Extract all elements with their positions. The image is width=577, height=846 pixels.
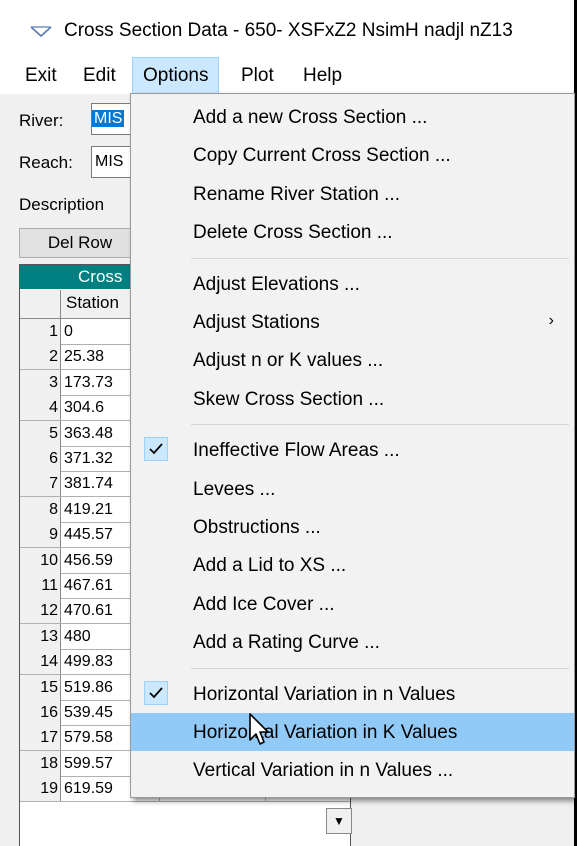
column-station: Station — [66, 293, 119, 312]
menu-item-label: Add a Lid to XS ... — [193, 555, 347, 577]
menu-item-label: Obstructions ... — [193, 517, 321, 538]
menu-item-adjust-stations[interactable]: Adjust Stations › — [131, 303, 574, 341]
window-title: Cross Section Data - 650- XSFxZ2 NsimH n… — [64, 20, 513, 41]
row-number: 10 — [20, 547, 61, 573]
menu-options[interactable]: Options — [131, 57, 220, 95]
row-number: 3 — [20, 369, 61, 395]
river-label: River: — [19, 111, 64, 130]
station-cell[interactable]: 467.61 — [64, 573, 113, 598]
menu-item-obstructions[interactable]: Obstructions ... — [131, 508, 574, 546]
row-number: 13 — [20, 623, 61, 649]
station-cell[interactable]: 456.59 — [64, 548, 113, 573]
row-number: 11 — [20, 573, 61, 598]
reach-label: Reach: — [19, 153, 73, 172]
station-cell[interactable]: 519.86 — [64, 675, 113, 700]
del-row-button[interactable]: Del Row — [19, 228, 141, 258]
reach-value: MIS — [95, 153, 124, 170]
menu-exit[interactable]: Exit — [15, 58, 67, 94]
station-cell[interactable]: 445.57 — [64, 522, 113, 547]
menu-item-delete-cross-section[interactable]: Delete Cross Section ... — [131, 213, 574, 251]
chevron-down-icon[interactable]: ▼ — [326, 808, 352, 834]
menu-item-label: Ineffective Flow Areas ... — [193, 440, 400, 462]
station-cell[interactable]: 25.38 — [64, 344, 104, 369]
app-icon — [30, 26, 52, 38]
menu-item-label: Copy Current Cross Section ... — [193, 145, 451, 167]
row-number: 18 — [20, 750, 61, 776]
menu-edit[interactable]: Edit — [73, 58, 126, 94]
menu-item-label: Vertical Variation in n Values ... — [193, 760, 454, 782]
menu-item-adjust-n-or-k-values[interactable]: Adjust n or K values ... — [131, 341, 574, 379]
menu-item-label: Add a Rating Curve ... — [193, 632, 380, 654]
menu-separator — [191, 667, 569, 669]
station-cell[interactable]: 363.48 — [64, 421, 113, 446]
menu-item-horizontal-variation-in-n-values[interactable]: Horizontal Variation in n Values — [131, 675, 574, 713]
menu-item-levees[interactable]: Levees ... — [131, 470, 574, 508]
river-value: MIS — [92, 110, 125, 127]
menu-item-add-a-new-cross-section[interactable]: Add a new Cross Section ... — [131, 98, 574, 136]
station-cell[interactable]: 599.57 — [64, 751, 113, 776]
menu-item-add-a-lid-to-xs[interactable]: Add a Lid to XS ... — [131, 546, 574, 584]
station-cell[interactable]: 480 — [64, 624, 91, 649]
menu-item-label: Adjust Stations — [193, 312, 320, 333]
menu-plot[interactable]: Plot — [231, 58, 284, 94]
checkmark-icon — [144, 437, 168, 462]
menu-item-adjust-elevations[interactable]: Adjust Elevations ... — [131, 265, 574, 303]
mouse-cursor-icon — [249, 713, 269, 745]
station-cell[interactable]: 470.61 — [64, 598, 113, 623]
menu-item-label: Skew Cross Section ... — [193, 388, 385, 410]
menu-item-rename-river-station[interactable]: Rename River Station ... — [131, 175, 574, 213]
menu-item-add-ice-cover[interactable]: Add Ice Cover ... — [131, 585, 574, 623]
station-cell[interactable]: 419.21 — [64, 497, 113, 522]
station-cell[interactable]: 619.59 — [64, 776, 113, 801]
row-number: 5 — [20, 420, 61, 446]
menu-item-label: Levees ... — [193, 478, 276, 500]
description-label: Description — [19, 195, 105, 214]
row-number: 19 — [20, 776, 61, 802]
row-number: 7 — [20, 471, 61, 497]
menu-item-vertical-variation-in-n-values[interactable]: Vertical Variation in n Values ... — [131, 751, 574, 789]
menu-item-label: Rename River Station ... — [193, 183, 400, 205]
row-number: 12 — [20, 598, 61, 624]
menu-item-label: Delete Cross Section ... — [193, 222, 393, 244]
station-cell[interactable]: 0 — [64, 319, 73, 344]
menu-item-label: Adjust Elevations ... — [193, 273, 360, 295]
title-bar[interactable]: Cross Section Data - 650- XSFxZ2 NsimH n… — [0, 0, 574, 58]
station-cell[interactable]: 304.6 — [64, 395, 104, 420]
row-number: 8 — [20, 496, 61, 522]
row-number: 4 — [20, 395, 61, 421]
row-number: 9 — [20, 522, 61, 548]
station-cell[interactable]: 173.73 — [64, 370, 113, 395]
options-dropdown-menu: Add a new Cross Section ... Copy Current … — [130, 93, 575, 798]
menu-item-label: Add Ice Cover ... — [193, 593, 335, 615]
checkmark-icon — [144, 680, 168, 705]
menu-bar: Exit Edit Options Plot Help — [0, 57, 574, 95]
station-cell[interactable]: 539.45 — [64, 700, 113, 725]
station-cell[interactable]: 371.32 — [64, 446, 113, 471]
menu-separator — [191, 424, 569, 426]
menu-item-label: Adjust n or K values ... — [193, 350, 384, 372]
row-number: 1 — [20, 319, 61, 344]
row-number: 14 — [20, 649, 61, 675]
menu-item-add-a-rating-curve[interactable]: Add a Rating Curve ... — [131, 623, 574, 661]
menu-item-copy-current-cross-section[interactable]: Copy Current Cross Section ... — [131, 136, 574, 174]
menu-item-label: Horizontal Variation in K Values — [193, 722, 458, 743]
row-number: 6 — [20, 446, 61, 471]
row-number: 16 — [20, 700, 61, 725]
station-cell[interactable]: 579.58 — [64, 725, 113, 750]
menu-item-horizontal-variation-in-k-values[interactable]: Horizontal Variation in K Values — [131, 713, 574, 751]
menu-help[interactable]: Help — [293, 58, 352, 94]
menu-item-label: Horizontal Variation in n Values — [193, 683, 456, 705]
menu-item-ineffective-flow-areas[interactable]: Ineffective Flow Areas ... — [131, 431, 574, 469]
station-cell[interactable]: 381.74 — [64, 471, 113, 496]
row-number: 15 — [20, 674, 61, 700]
chevron-right-icon: › — [548, 312, 554, 329]
menu-item-label: Add a new Cross Section ... — [193, 107, 428, 128]
menu-separator — [191, 257, 569, 259]
menu-item-skew-cross-section[interactable]: Skew Cross Section ... — [131, 380, 574, 418]
row-number: 2 — [20, 344, 61, 370]
station-cell[interactable]: 499.83 — [64, 649, 113, 674]
row-number: 17 — [20, 725, 61, 751]
